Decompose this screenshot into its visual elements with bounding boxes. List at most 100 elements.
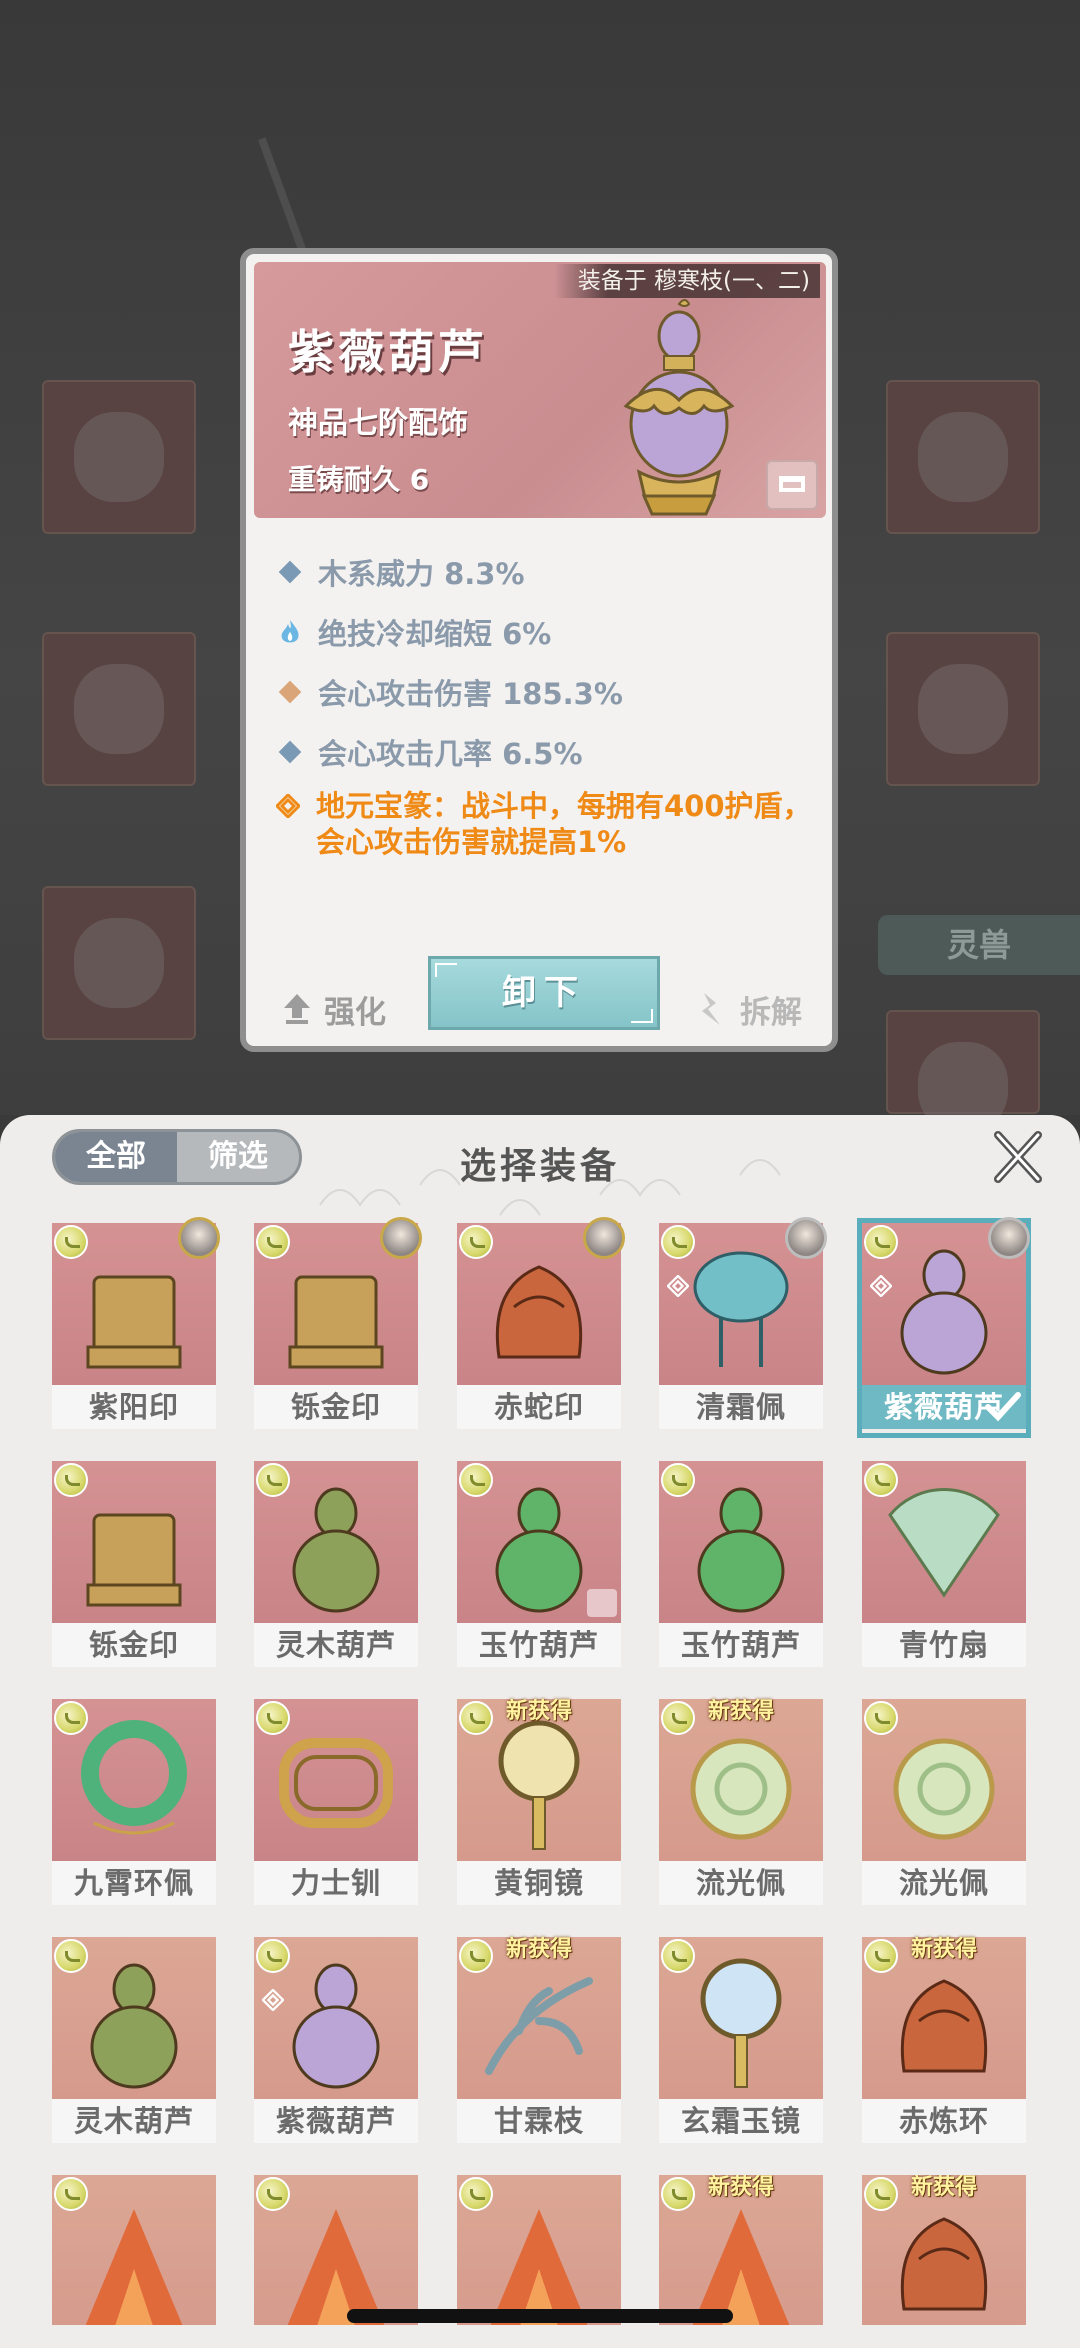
- equipment-name: 灵木葫芦: [254, 1623, 418, 1667]
- equipment-item[interactable]: 新获得 赤炼环: [862, 1937, 1026, 2147]
- pendant-artwork: [693, 1251, 789, 1367]
- equipment-item[interactable]: 新获得: [862, 2175, 1026, 2325]
- equipment-name: 铄金印: [52, 1623, 216, 1667]
- equipment-name: 甘霖枝: [457, 2099, 621, 2143]
- coil-artwork: [900, 2217, 988, 2311]
- element-wood-icon: [661, 1225, 695, 1259]
- element-wood-icon: [459, 1463, 493, 1497]
- equipment-item[interactable]: [457, 2175, 621, 2325]
- new-item-tag: 新获得: [910, 2175, 977, 2200]
- equipment-item[interactable]: 新获得 甘霖枝: [457, 1937, 621, 2147]
- fire-artwork: [287, 2209, 385, 2325]
- equipment-item[interactable]: 紫阳印: [52, 1217, 220, 1433]
- equipment-item[interactable]: 铄金印: [52, 1461, 216, 1671]
- equipment-name: 流光佩: [862, 1861, 1026, 1905]
- equipment-item[interactable]: 玄霜玉镜: [659, 1937, 823, 2147]
- seal-artwork: [288, 1275, 384, 1369]
- select-equipment-panel: 全部 筛选 选择装备 紫阳印 铄金印 赤蛇印 清霜佩 紫薇葫芦 铄金印 灵木葫芦 玉竹葫芦 玉竹…: [0, 1115, 1080, 2348]
- equipped-character-avatar: [178, 1217, 220, 1259]
- diamond-blue-icon: [278, 560, 302, 584]
- special-effect: 地元宝篆：战斗中，每拥有400护盾，会心攻击伤害就提高1%: [276, 788, 816, 860]
- equipment-name: 玉竹葫芦: [659, 1623, 823, 1667]
- coil-artwork: [900, 1979, 988, 2073]
- home-indicator[interactable]: [347, 2309, 733, 2323]
- equipment-item[interactable]: 铄金印: [254, 1217, 422, 1433]
- equipment-item[interactable]: [254, 2175, 418, 2325]
- element-wood-icon: [864, 1701, 898, 1735]
- stat-text: 会心攻击伤害 185.3%: [318, 677, 623, 711]
- equipment-item[interactable]: 紫薇葫芦: [857, 1217, 1031, 1438]
- unequip-button[interactable]: 卸下: [428, 956, 660, 1030]
- equipment-item[interactable]: 青竹扇: [862, 1461, 1026, 1671]
- element-wood-icon: [864, 1463, 898, 1497]
- fire-artwork: [85, 2209, 183, 2325]
- branch-artwork: [485, 1977, 593, 2075]
- equipment-name: 黄铜镜: [457, 1861, 621, 1905]
- disc-artwork: [690, 1738, 792, 1840]
- equipment-item[interactable]: 灵木葫芦: [254, 1461, 418, 1671]
- stat-row: 绝技冷却缩短 6%: [276, 612, 551, 652]
- equipment-item[interactable]: [52, 2175, 216, 2325]
- equipment-name: 玉竹葫芦: [457, 1623, 621, 1667]
- up-arrow-icon: [284, 994, 310, 1024]
- checkmark-icon: [985, 1392, 1021, 1422]
- close-icon[interactable]: [988, 1127, 1048, 1187]
- coil-artwork: [495, 1265, 583, 1359]
- equipment-item[interactable]: 新获得: [659, 2175, 823, 2325]
- new-item-tag: 新获得: [505, 1937, 572, 1962]
- equipment-item[interactable]: 紫薇葫芦: [254, 1937, 418, 2147]
- equipment-item[interactable]: 九霄环佩: [52, 1699, 216, 1909]
- element-wood-icon: [54, 1463, 88, 1497]
- special-effect-text: 地元宝篆：战斗中，每拥有400护盾，会心攻击伤害就提高1%: [316, 789, 812, 859]
- panel-title: 选择装备: [459, 1146, 620, 1187]
- equipped-character-avatar: [785, 1217, 827, 1259]
- equipped-by-tag: 装备于 穆寒枝(一、二): [553, 264, 820, 298]
- equipment-item[interactable]: 力士钏: [254, 1699, 418, 1909]
- dismantle-button[interactable]: 拆解: [696, 984, 802, 1034]
- element-wood-icon: [256, 1939, 290, 1973]
- equipment-item[interactable]: 赤蛇印: [457, 1217, 625, 1433]
- equipment-name: 玄霜玉镜: [659, 2099, 823, 2143]
- fire-artwork: [692, 2209, 790, 2325]
- equipment-name: 赤炼环: [862, 2099, 1026, 2143]
- ring-artwork: [81, 1720, 187, 1835]
- equipment-name: 灵木葫芦: [52, 2099, 216, 2143]
- equipment-item[interactable]: 新获得 流光佩: [659, 1699, 823, 1909]
- stat-text: 木系威力 8.3%: [318, 557, 525, 591]
- rune-icon: [870, 1275, 892, 1297]
- equipped-character-avatar: [380, 1217, 422, 1259]
- element-wood-icon: [256, 1701, 290, 1735]
- bg-spirit-beast-tab: 灵兽: [878, 915, 1080, 975]
- bg-equip-slot: [42, 632, 196, 786]
- equipment-item[interactable]: 灵木葫芦: [52, 1937, 216, 2147]
- enhance-button[interactable]: 强化: [282, 984, 386, 1034]
- equipment-item[interactable]: 流光佩: [862, 1699, 1026, 1909]
- element-wood-icon: [54, 1225, 88, 1259]
- dismantle-icon: [702, 993, 720, 1025]
- element-wood-icon: [54, 1939, 88, 1973]
- equipment-name: 赤蛇印: [457, 1385, 621, 1429]
- gourd-artwork: [900, 1249, 988, 1375]
- equipped-character-avatar: [583, 1217, 625, 1259]
- bg-equip-slot: [42, 886, 196, 1040]
- rune-orange-icon: [276, 794, 300, 818]
- stat-row: 会心攻击几率 6.5%: [276, 732, 583, 772]
- equipment-item[interactable]: 玉竹葫芦: [457, 1461, 621, 1671]
- equipment-name: 青竹扇: [862, 1623, 1026, 1667]
- seal-artwork: [86, 1275, 182, 1369]
- item-detail-card: 装备于 穆寒枝(一、二) 紫薇葫芦 神品七阶配饰 重铸耐久 6 木系威力 8.3…: [240, 248, 838, 1052]
- element-wood-icon: [864, 1225, 898, 1259]
- new-item-tag: 新获得: [707, 2175, 774, 2200]
- element-wood-icon: [661, 1939, 695, 1973]
- equipment-item[interactable]: 清霜佩: [659, 1217, 827, 1433]
- equipment-item[interactable]: 玉竹葫芦: [659, 1461, 823, 1671]
- element-wood-icon: [459, 1225, 493, 1259]
- equipment-item[interactable]: 新获得 黄铜镜: [457, 1699, 621, 1909]
- element-wood-icon: [256, 1463, 290, 1497]
- equipment-name: 清霜佩: [659, 1385, 823, 1429]
- mirror-artwork: [498, 1720, 580, 1850]
- element-wood-icon: [54, 1701, 88, 1735]
- rune-icon: [262, 1989, 284, 2011]
- gourd-artwork: [90, 1963, 178, 2089]
- lock-toggle-button[interactable]: [766, 460, 818, 510]
